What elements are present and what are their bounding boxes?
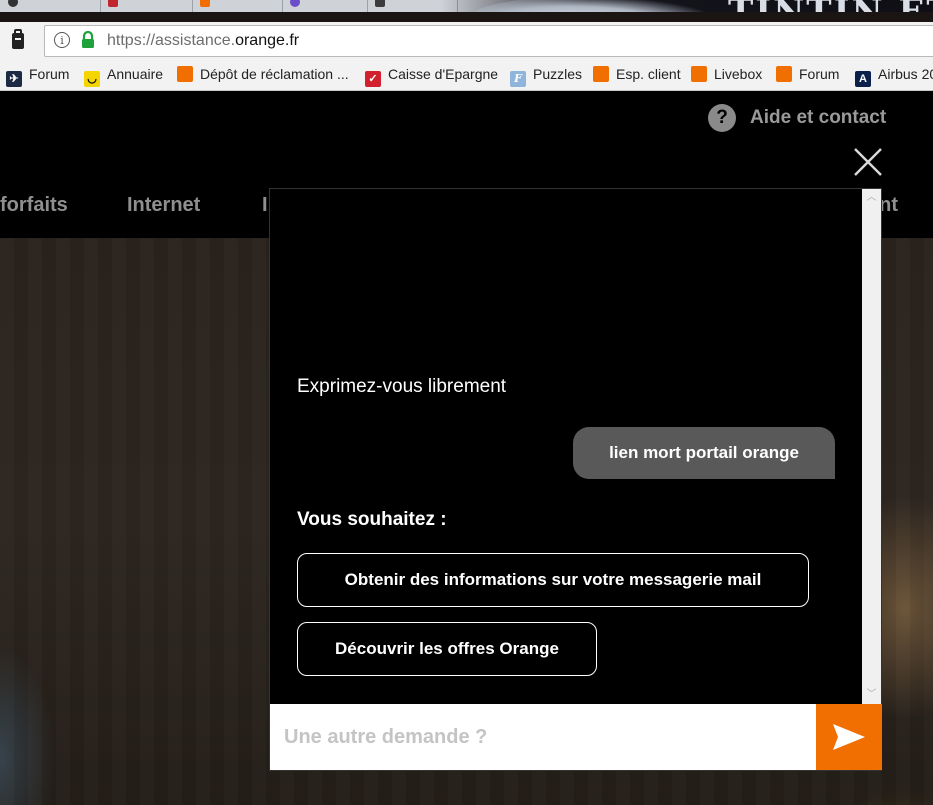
airbus-icon: A [855, 71, 871, 87]
chat-input-container [270, 704, 816, 770]
bookmark-caisse-epargne[interactable]: ✓ Caisse d'Epargne [365, 66, 499, 87]
airplane-icon: ✈ [6, 71, 22, 87]
address-toolbar: i https://assistance.orange.fr [0, 22, 933, 60]
bookmark-depot-reclamation[interactable]: Dépôt de réclamation ... [177, 66, 349, 84]
tab-favicon-icon [8, 0, 18, 7]
browser-tab[interactable] [0, 0, 101, 12]
orange-icon [776, 66, 792, 82]
tab-favicon-icon [375, 0, 385, 7]
browser-tab[interactable] [100, 0, 193, 12]
browser-tab[interactable] [282, 0, 368, 12]
bookmarks-bar: ✈ Forum ◡ Annuaire Dépôt de réclamation ..… [0, 60, 933, 91]
bookmark-label: Caisse d'Epargne [388, 66, 499, 82]
url-domain: orange.fr [235, 32, 300, 49]
bookmark-forum-orange[interactable]: Forum [776, 66, 839, 84]
help-contact-label: Aide et contact [750, 107, 887, 128]
option-messagerie-button[interactable]: Obtenir des informations sur votre messa… [297, 553, 809, 607]
bookmark-airbus[interactable]: A Airbus 20 [855, 66, 933, 87]
bookmark-label: Esp. client [616, 66, 681, 82]
option-offres-button[interactable]: Découvrir les offres Orange [297, 622, 597, 676]
caisse-epargne-icon: ✓ [365, 71, 381, 87]
puzzles-icon: F [510, 71, 526, 87]
whale-illustration [470, 0, 720, 12]
bookmark-label: Livebox [714, 66, 763, 82]
site-info-icon[interactable]: i [54, 32, 70, 48]
question-icon: ? [708, 104, 736, 132]
bookmark-label: Dépôt de réclamation ... [200, 66, 349, 82]
orange-icon [593, 66, 609, 82]
bookmark-label: Airbus 20 [878, 66, 933, 82]
scroll-down-arrow-icon[interactable]: ﹀ [862, 688, 881, 702]
bookmark-livebox[interactable]: Livebox [691, 66, 762, 84]
url-field[interactable]: i https://assistance.orange.fr [44, 25, 933, 57]
bookmark-forum[interactable]: ✈ Forum [6, 66, 70, 87]
send-arrow-icon [833, 724, 865, 750]
bookmark-label: Annuaire [107, 66, 164, 82]
bot-message: Exprimez-vous librement [297, 376, 507, 397]
tab-strip-artwork: TINTIN ET M [440, 0, 933, 12]
nav-item-partial[interactable]: I [262, 194, 268, 217]
choice-prompt: Vous souhaitez : [297, 509, 447, 530]
send-button[interactable] [816, 704, 882, 770]
help-contact-link[interactable]: ? Aide et contact [708, 104, 886, 134]
nav-item-internet[interactable]: Internet [127, 194, 200, 217]
orange-icon [177, 66, 193, 82]
nav-item-forfaits[interactable]: forfaits [0, 194, 68, 217]
bookmark-label: Forum [799, 66, 840, 82]
url-prefix: https://assistance. [107, 32, 236, 49]
smiley-icon: ◡ [84, 71, 100, 87]
bookmark-puzzles[interactable]: F Puzzles [510, 66, 583, 87]
bookmark-esp-client[interactable]: Esp. client [593, 66, 681, 84]
close-icon[interactable] [852, 146, 884, 178]
bookmark-label: Forum [29, 66, 70, 82]
chat-panel [269, 188, 882, 771]
bookmark-annuaire[interactable]: ◡ Annuaire [84, 66, 164, 87]
chat-scrollbar[interactable]: ︿ ﹀ [862, 189, 881, 704]
clipboard-icon[interactable] [9, 28, 27, 52]
tintin-banner-text: TINTIN ET M [728, 0, 933, 12]
browser-tab[interactable] [192, 0, 283, 12]
chat-input[interactable] [270, 704, 816, 770]
tab-favicon-icon [200, 0, 210, 7]
scroll-up-arrow-icon[interactable]: ︿ [862, 191, 881, 205]
bookmark-label: Puzzles [533, 66, 583, 82]
tab-favicon-icon [290, 0, 300, 7]
tab-favicon-icon [108, 0, 118, 7]
url-text[interactable]: https://assistance.orange.fr [107, 32, 299, 50]
secure-padlock-icon[interactable] [81, 30, 95, 49]
user-message-bubble: lien mort portail orange [573, 427, 835, 479]
orange-icon [691, 66, 707, 82]
tab-strip: TINTIN ET M [0, 0, 933, 12]
